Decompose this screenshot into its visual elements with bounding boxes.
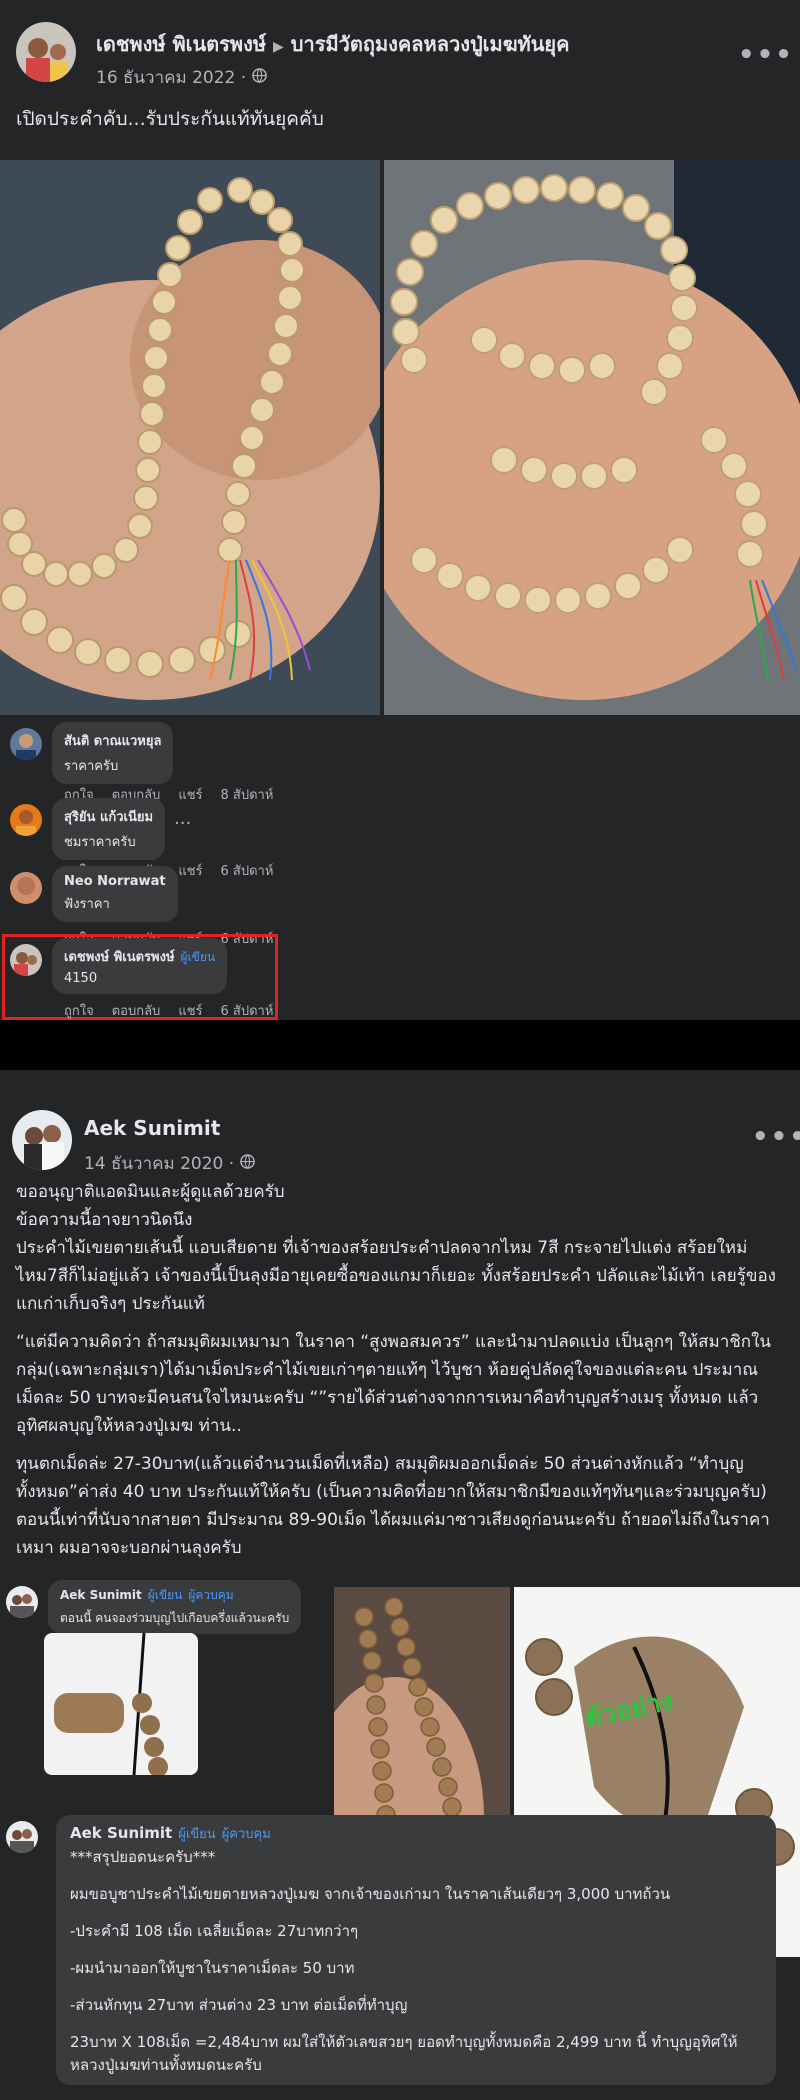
- commenter-name[interactable]: Aek Sunimit: [70, 1824, 172, 1842]
- comment-photo[interactable]: [44, 1633, 198, 1775]
- comment-highlighted: เดชพงษ์ พิเนตรพงษ์ ผู้เขียน 4150 ถูกใจ ตอ…: [8, 938, 788, 1020]
- like-link[interactable]: ถูกใจ: [64, 1000, 94, 1021]
- commenter-avatar[interactable]: [10, 804, 42, 836]
- caret-right-icon: ▶: [273, 39, 284, 55]
- comment-bubble: สุริยัน แก้วเนียม ชมราคาครับ: [52, 798, 166, 860]
- post-1: เดชพงษ์ พิเนตรพงษ์ ▶ บารมีวัตถุมงคลหลวงป…: [0, 0, 800, 1020]
- commenter-avatar[interactable]: [10, 944, 42, 976]
- reply-link[interactable]: ตอบกลับ: [112, 1000, 161, 1021]
- post-date[interactable]: 16 ธันวาคม 2022 ·: [96, 64, 246, 91]
- globe-icon: [252, 67, 267, 88]
- comment-text: ฟังราคา: [64, 897, 110, 912]
- comment: Aek Sunimit ผู้เขียน ผู้ควบคุม ***สรุปยอดน…: [4, 1815, 784, 2100]
- commenter-name[interactable]: สันติ ดาณแวหยุล: [64, 730, 161, 751]
- summary-line: ผมขอบูชาประคำไม้เขยตายหลวงปู่เมฆ จากเจ้า…: [70, 1885, 671, 1903]
- more-options-icon[interactable]: ...: [174, 808, 191, 829]
- post-date[interactable]: 14 ธันวาคม 2020 ·: [84, 1150, 234, 1177]
- post-2: Aek Sunimit 14 ธันวาคม 2020 · ••• ขออนุญ…: [0, 1070, 800, 2100]
- summary-line: -ผมนำมาออกให้บูชาในราคาเม็ดละ 50 บาท: [70, 1959, 355, 1977]
- author-badge: ผู้เขียน: [147, 1588, 183, 1602]
- commenter-avatar[interactable]: [6, 1586, 38, 1618]
- group-name[interactable]: บารมีวัตถุมงคลหลวงปู่เมฆทันยุค: [291, 32, 570, 56]
- globe-icon: [240, 1153, 255, 1174]
- author-avatar[interactable]: [12, 1110, 72, 1170]
- post-paragraph: “แต่มีความคิดว่า ถ้าสมมุติผมเหมามา ในราค…: [16, 1332, 771, 1436]
- author-name[interactable]: เดชพงษ์ พิเนตรพงษ์: [96, 32, 266, 56]
- photo-beads-right[interactable]: [384, 160, 800, 715]
- comment-actions: ถูกใจ ตอบกลับ แชร์ 6 สัปดาห์: [64, 1000, 273, 1021]
- comment-bubble: เดชพงษ์ พิเนตรพงษ์ ผู้เขียน 4150: [52, 938, 228, 994]
- author-badge: ผู้เขียน: [178, 1827, 216, 1842]
- share-link[interactable]: แชร์: [178, 1000, 202, 1021]
- comment-bubble: Neo Norrawat ฟังราคา: [52, 866, 178, 922]
- author-name[interactable]: Aek Sunimit: [84, 1116, 220, 1140]
- post-paragraph: ประคำไม้เขยตายเส้นนี้ แอบเสียดาย ที่เจ้า…: [16, 1238, 776, 1314]
- commenter-avatar[interactable]: [10, 872, 42, 904]
- more-options-icon[interactable]: •••: [738, 40, 794, 70]
- comment: สันติ ดาณแวหยุล ราคาครับ ถูกใจ ตอบกลับ แ…: [8, 722, 788, 804]
- commenter-name[interactable]: เดชพงษ์ พิเนตรพงษ์: [64, 950, 175, 965]
- comment-bubble: Aek Sunimit ผู้เขียน ผู้ควบคุม ***สรุปยอดน…: [56, 1815, 776, 2085]
- summary-title: ***สรุปยอดนะครับ***: [70, 1848, 216, 1866]
- commenter-name[interactable]: สุริยัน แก้วเนียม: [64, 806, 153, 827]
- photo-beads-left[interactable]: [0, 160, 380, 715]
- moderator-badge: ผู้ควบคุม: [188, 1588, 234, 1602]
- comment-bubble: สันติ ดาณแวหยุล ราคาครับ: [52, 722, 174, 784]
- author-avatar[interactable]: [16, 22, 76, 82]
- commenter-avatar[interactable]: [6, 1821, 38, 1853]
- comment-text: ราคาครับ: [64, 759, 119, 774]
- post-text: เปิดประคำคับ...รับประกันแท้ทันยุคคับ: [16, 108, 324, 130]
- comment-text: ตอนนี้ คนจองร่วมบุญไปเกือบครึ่งแล้วนะครั…: [60, 1611, 290, 1625]
- summary-line: -ประคำมี 108 เม็ด เฉลี่ยเม็ดละ 27บาทกว่า…: [70, 1922, 359, 1940]
- commenter-name[interactable]: Neo Norrawat: [64, 874, 166, 889]
- post-body: ขออนุญาติแอดมินและผู้ดูแลด้วยครับ ข้อควา…: [16, 1178, 784, 1572]
- post-paragraph: ทุนตกเม็ดล่ะ 27-30บาท(แล้วแต่จำนวนเม็ดที…: [16, 1454, 770, 1558]
- post-line: ข้อความนี้อาจยาวนิดนึง: [16, 1210, 193, 1230]
- comment-time[interactable]: 6 สัปดาห์: [221, 1000, 274, 1021]
- author-badge: ผู้เขียน: [180, 950, 216, 964]
- post-line: ขออนุญาติแอดมินและผู้ดูแลด้วยครับ: [16, 1182, 285, 1202]
- commenter-avatar[interactable]: [10, 728, 42, 760]
- comment-text: 4150: [64, 971, 98, 986]
- post-meta: 14 ธันวาคม 2020 ·: [84, 1150, 255, 1177]
- moderator-badge: ผู้ควบคุม: [221, 1827, 271, 1842]
- more-options-icon[interactable]: •••: [752, 1122, 800, 1152]
- comment-text: ชมราคาครับ: [64, 835, 136, 850]
- commenter-name[interactable]: Aek Sunimit: [60, 1588, 142, 1602]
- comment-bubble: Aek Sunimit ผู้เขียน ผู้ควบคุม ตอนนี้ คนจอ…: [48, 1580, 302, 1634]
- summary-line: -ส่วนหักทุน 27บาท ส่วนต่าง 23 บาท ต่อเม็…: [70, 1996, 408, 2014]
- summary-line: 23บาท X 108เม็ด =2,484บาท ผมใส่ให้ตัวเลข…: [70, 2033, 738, 2074]
- post-meta: 16 ธันวาคม 2022 ·: [96, 64, 267, 91]
